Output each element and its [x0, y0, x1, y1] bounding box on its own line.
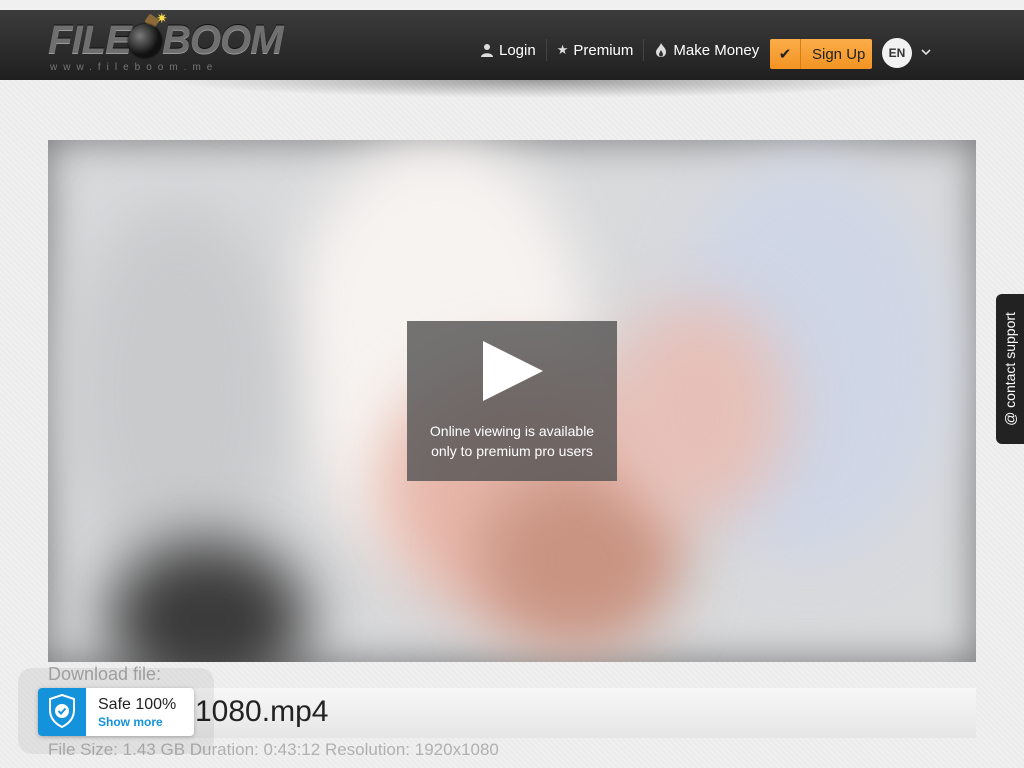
- check-icon: ✔: [770, 39, 801, 69]
- nav-login-label: Login: [499, 41, 536, 59]
- nav-premium[interactable]: ★ Premium: [547, 39, 645, 61]
- video-player[interactable]: Online viewing is available only to prem…: [48, 140, 976, 662]
- top-nav: Login ★ Premium Make Money: [470, 30, 769, 70]
- language-selector[interactable]: EN: [882, 38, 912, 68]
- sign-up-button[interactable]: ✔ Sign Up: [770, 39, 872, 69]
- star-icon: ★: [556, 42, 569, 57]
- duration-value: 0:43:12: [263, 740, 321, 759]
- logo-subtitle: www.fileboom.me: [50, 62, 219, 73]
- user-icon: [481, 44, 493, 57]
- premium-play-overlay[interactable]: Online viewing is available only to prem…: [407, 321, 617, 481]
- logo-text-file: FILE: [48, 18, 132, 62]
- sign-up-label: Sign Up: [812, 45, 866, 63]
- nav-make-money-label: Make Money: [673, 41, 760, 59]
- contact-support-label: @ contact support: [1002, 312, 1018, 426]
- chevron-down-icon[interactable]: [919, 45, 933, 59]
- safe-badge-title: Safe 100%: [98, 696, 177, 713]
- nav-premium-label: Premium: [573, 41, 634, 59]
- safe-badge-show-more[interactable]: Show more: [98, 715, 163, 729]
- resolution-label: Resolution:: [324, 740, 411, 759]
- resolution-value: 1920x1080: [414, 740, 499, 759]
- bomb-icon: [128, 24, 162, 58]
- play-icon: [483, 341, 543, 401]
- premium-notice-line1: Online viewing is available: [429, 423, 595, 439]
- header-shadow: [160, 80, 920, 98]
- file-name: 1080.mp4: [195, 695, 329, 728]
- fileboom-logo[interactable]: FILE ✷ BOOM www.fileboom.me: [48, 10, 288, 76]
- nav-login[interactable]: Login: [470, 39, 547, 61]
- logo-text-boom: BOOM: [162, 18, 283, 62]
- premium-notice-line2: only to premium pro users: [431, 443, 593, 459]
- blur-shape: [68, 200, 288, 580]
- premium-notice: Online viewing is available only to prem…: [407, 421, 617, 461]
- safe-badge[interactable]: Safe 100% Show more: [38, 688, 194, 736]
- nav-make-money[interactable]: Make Money: [644, 39, 769, 61]
- site-header: FILE ✷ BOOM www.fileboom.me Login ★ Prem…: [0, 0, 1024, 80]
- flame-icon: [656, 43, 667, 57]
- contact-support-tab[interactable]: @ contact support: [996, 294, 1024, 444]
- shield-check-icon: [49, 694, 75, 728]
- safe-badge-icon-box: [38, 688, 86, 736]
- blur-shape: [608, 300, 788, 520]
